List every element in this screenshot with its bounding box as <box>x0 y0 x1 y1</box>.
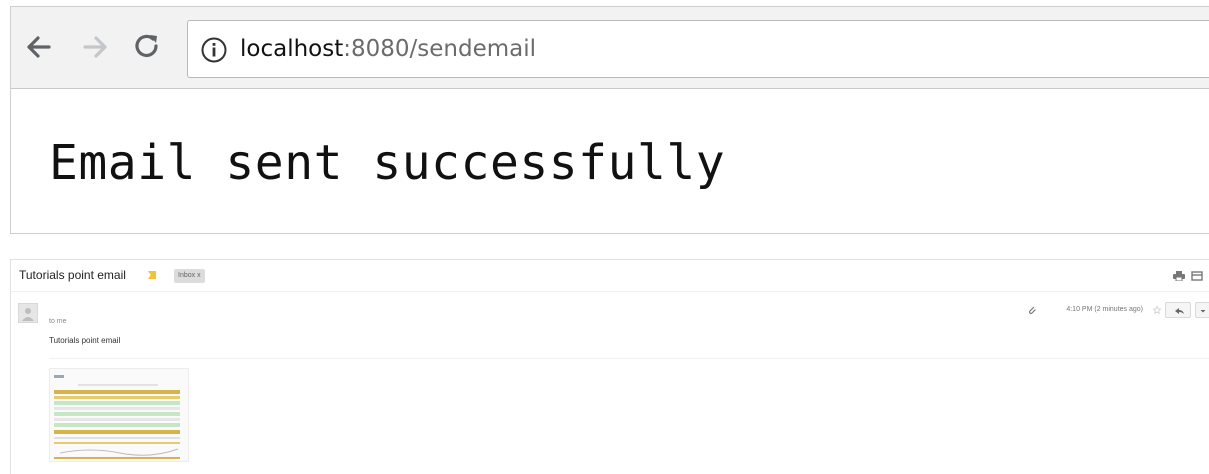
reload-icon <box>135 34 158 58</box>
reply-button[interactable] <box>1165 302 1191 318</box>
more-options-button[interactable] <box>1195 302 1209 318</box>
avatar-icon <box>18 303 38 323</box>
url-host: localhost <box>240 36 344 62</box>
url-path: :8080/sendemail <box>343 36 537 62</box>
attachment-preview-image <box>54 375 180 459</box>
email-timestamp: 4:10 PM (2 minutes ago) <box>1066 306 1143 313</box>
more-icon <box>1200 310 1206 313</box>
divider <box>49 358 1209 359</box>
browser-toolbar: localhost:8080/sendemail <box>11 7 1209 89</box>
forward-button[interactable] <box>77 29 113 65</box>
reply-icon <box>1175 308 1184 314</box>
email-header: Tutorials point email Inbox x <box>11 260 1209 292</box>
url-text[interactable]: localhost:8080/sendemail <box>240 35 536 63</box>
email-body: Tutorials point email <box>49 336 121 345</box>
email-subject: Tutorials point email <box>19 268 126 282</box>
forward-arrow-icon <box>83 36 107 58</box>
attachment-icon <box>1029 306 1036 314</box>
back-arrow-icon <box>27 36 51 58</box>
page-message: Email sent successfully <box>49 135 726 191</box>
attachment-thumbnail[interactable] <box>49 368 189 462</box>
print-icon[interactable] <box>1173 271 1185 281</box>
reload-button[interactable] <box>129 29 165 65</box>
inbox-label[interactable]: Inbox x <box>174 269 205 283</box>
address-bar[interactable]: localhost:8080/sendemail <box>187 20 1209 78</box>
email-view: Tutorials point email Inbox x to me Tuto… <box>10 259 1209 474</box>
back-button[interactable] <box>21 29 57 65</box>
star-icon[interactable] <box>1153 306 1161 314</box>
browser-window: localhost:8080/sendemail Email sent succ… <box>10 6 1209 234</box>
avatar-silhouette-icon <box>22 308 34 321</box>
importance-marker-icon[interactable] <box>148 271 156 279</box>
info-icon[interactable] <box>200 36 228 64</box>
new-window-icon[interactable] <box>1191 271 1203 281</box>
recipient-line[interactable]: to me <box>49 318 67 325</box>
